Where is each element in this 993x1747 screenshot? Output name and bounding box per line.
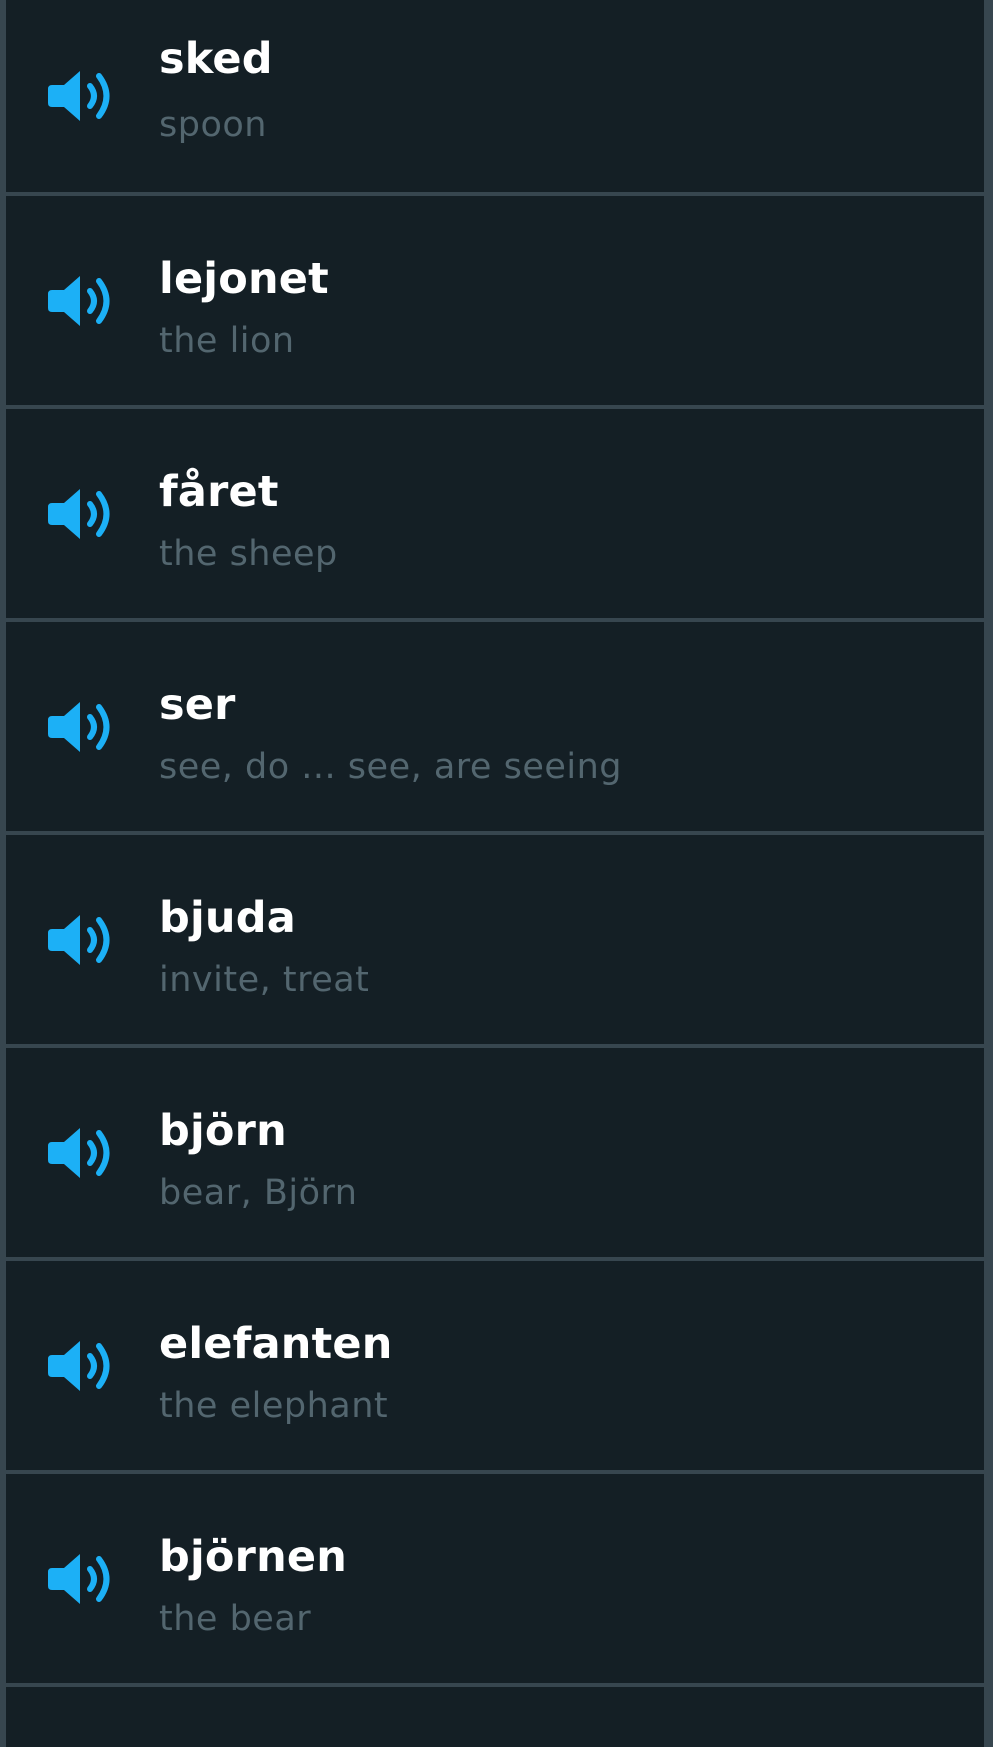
word-row[interactable]: björnen the bear: [6, 1474, 984, 1683]
word-row[interactable]: björn bear, Björn: [6, 1048, 984, 1257]
speaker-icon: [48, 701, 110, 752]
translation-text: invite, treat: [159, 960, 370, 1000]
translation-text: the sheep: [159, 534, 338, 574]
speaker-icon: [48, 71, 110, 121]
word-text: lejonet: [159, 254, 329, 304]
word-row[interactable]: bjuda invite, treat: [6, 835, 984, 1044]
word-row[interactable]: elefanten the elephant: [6, 1261, 984, 1470]
word-row-partial[interactable]: [6, 1687, 984, 1747]
play-audio-button[interactable]: [44, 271, 120, 331]
play-audio-button[interactable]: [44, 484, 120, 544]
translation-text: the lion: [159, 321, 295, 361]
speaker-icon: [48, 1553, 110, 1604]
word-text: bjuda: [159, 893, 296, 943]
translation-text: bear, Björn: [159, 1173, 358, 1213]
play-audio-button[interactable]: [44, 697, 120, 757]
speaker-icon: [48, 488, 110, 539]
speaker-icon: [48, 1127, 110, 1178]
play-audio-button[interactable]: [44, 1123, 120, 1183]
play-audio-button[interactable]: [44, 1336, 120, 1396]
speaker-icon: [48, 275, 110, 326]
word-row[interactable]: sked spoon: [6, 0, 984, 192]
word-text: björnen: [159, 1532, 348, 1582]
translation-text: see, do ... see, are seeing: [159, 747, 623, 787]
translation-text: the bear: [159, 1599, 312, 1639]
play-audio-button[interactable]: [44, 910, 120, 970]
play-audio-button[interactable]: [44, 1549, 120, 1609]
word-text: ser: [159, 680, 236, 730]
word-text: sked: [159, 34, 273, 84]
speaker-icon: [48, 1340, 110, 1391]
play-audio-button[interactable]: [44, 66, 120, 126]
word-row[interactable]: fåret the sheep: [6, 409, 984, 618]
speaker-icon: [48, 914, 110, 965]
translation-text: spoon: [159, 105, 267, 145]
translation-text: the elephant: [159, 1386, 389, 1426]
word-text: elefanten: [159, 1319, 393, 1369]
word-list: sked spoon lejonet the lion fåret the sh…: [6, 0, 984, 1747]
word-row[interactable]: lejonet the lion: [6, 196, 984, 405]
word-row[interactable]: ser see, do ... see, are seeing: [6, 622, 984, 831]
word-text: björn: [159, 1106, 287, 1156]
word-text: fåret: [159, 467, 279, 517]
